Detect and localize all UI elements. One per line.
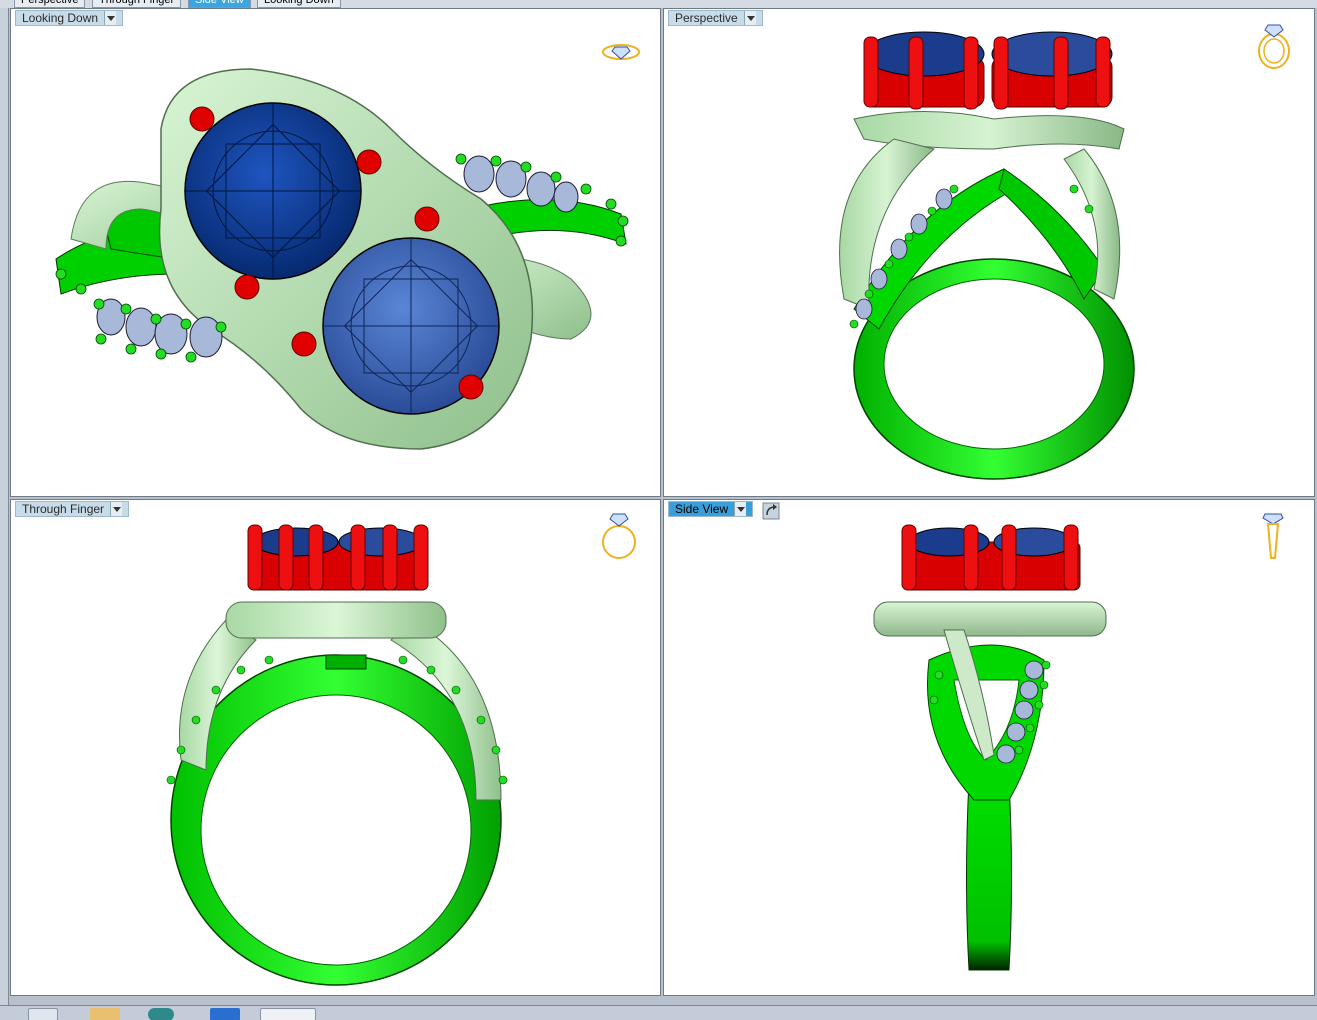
ring-perspective-view bbox=[839, 31, 1135, 480]
jewelry-cad-window: Perspective Through Finger Side View Loo… bbox=[0, 0, 1317, 1020]
taskbar-app-button[interactable] bbox=[90, 1008, 120, 1020]
ring-front-icon bbox=[602, 513, 636, 559]
viewport-perspective[interactable]: Perspective bbox=[663, 8, 1315, 497]
taskbar bbox=[0, 1005, 1317, 1020]
viewport-label-text: Side View bbox=[675, 502, 729, 516]
viewport-label-text: Looking Down bbox=[22, 11, 99, 25]
viewport-looking-down[interactable]: Looking Down bbox=[10, 8, 661, 497]
viewport-label-side-view[interactable]: Side View bbox=[668, 501, 754, 517]
viewport-label-text: Perspective bbox=[675, 11, 738, 25]
taskbar-app-button[interactable] bbox=[148, 1008, 174, 1020]
tab-looking-down[interactable]: Looking Down bbox=[257, 0, 341, 8]
ring-perspective-icon bbox=[1258, 24, 1290, 69]
tab-through-finger[interactable]: Through Finger bbox=[92, 0, 182, 8]
chevron-down-icon[interactable] bbox=[734, 502, 747, 516]
viewport-side-view[interactable]: Side View bbox=[663, 499, 1315, 996]
view-tab-strip: Perspective Through Finger Side View Loo… bbox=[0, 0, 1317, 8]
tab-perspective[interactable]: Perspective bbox=[14, 0, 86, 8]
viewport-label-text: Through Finger bbox=[22, 502, 105, 516]
tab-side-view[interactable]: Side View bbox=[188, 0, 251, 8]
chevron-down-icon[interactable] bbox=[743, 11, 756, 25]
ring-side-icon bbox=[1262, 513, 1284, 559]
chevron-down-icon[interactable] bbox=[110, 502, 123, 516]
left-panel-edge bbox=[0, 8, 9, 1005]
taskbar-app-button[interactable] bbox=[210, 1008, 240, 1020]
viewport-label-through-finger[interactable]: Through Finger bbox=[15, 501, 130, 517]
rotate-view-icon[interactable] bbox=[762, 502, 780, 520]
taskbar-app-button[interactable] bbox=[28, 1008, 58, 1020]
ring-front-view bbox=[166, 524, 508, 986]
ring-side-view bbox=[873, 524, 1107, 971]
viewport-label-perspective[interactable]: Perspective bbox=[668, 10, 763, 26]
viewport-label-looking-down[interactable]: Looking Down bbox=[15, 10, 124, 26]
ring-top-view-icon bbox=[602, 44, 640, 60]
chevron-down-icon[interactable] bbox=[104, 11, 117, 25]
ring-top-view bbox=[55, 68, 629, 450]
viewport-through-finger[interactable]: Through Finger bbox=[10, 499, 661, 996]
taskbar-active-app-button[interactable] bbox=[260, 1008, 316, 1020]
